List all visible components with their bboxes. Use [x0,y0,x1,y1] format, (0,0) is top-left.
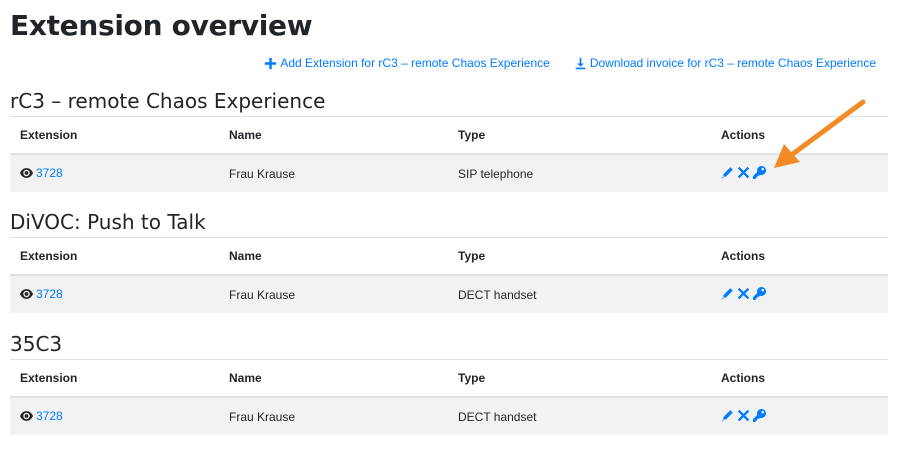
download-icon [575,57,586,69]
section-35c3: 35C3 Extension Name Type Actions 3728 Fr… [10,329,888,435]
extension-link[interactable]: 3728 [20,166,63,180]
cell-actions [711,275,888,313]
close-icon[interactable] [737,409,750,422]
section-divoc: DiVOC: Push to Talk Extension Name Type … [10,207,888,313]
header-extension: Extension [10,116,219,155]
cell-type: DECT handset [448,397,711,435]
header-type: Type [448,116,711,155]
section-title: DiVOC: Push to Talk [10,210,206,234]
cell-extension: 3728 [10,275,219,313]
key-icon[interactable] [753,165,766,179]
header-name: Name [219,359,448,398]
key-icon[interactable] [753,408,766,422]
cell-extension: 3728 [10,154,219,192]
header-name: Name [219,116,448,155]
header-name: Name [219,237,448,276]
header-actions: Actions [711,359,888,398]
close-icon[interactable] [737,166,750,179]
cell-name: Frau Krause [219,154,448,192]
cell-type: DECT handset [448,275,711,313]
header-extension: Extension [10,237,219,276]
top-links: Add Extension for rC3 – remote Chaos Exp… [264,56,876,70]
add-extension-link[interactable]: Add Extension for rC3 – remote Chaos Exp… [264,56,550,70]
extension-number: 3728 [36,409,63,423]
eye-icon [20,411,33,421]
section-title: rC3 – remote Chaos Experience [10,89,326,113]
table-row: 3728 Frau Krause DECT handset [10,397,888,435]
section-title: 35C3 [10,332,63,356]
header-actions: Actions [711,237,888,276]
cell-actions [711,397,888,435]
pencil-icon[interactable] [721,409,734,422]
cell-extension: 3728 [10,397,219,435]
cell-name: Frau Krause [219,397,448,435]
header-extension: Extension [10,359,219,398]
table-row: 3728 Frau Krause SIP telephone [10,154,888,192]
extension-table: Extension Name Type Actions 3728 Frau Kr… [10,359,888,435]
extension-table: Extension Name Type Actions 3728 Frau Kr… [10,237,888,313]
extension-link[interactable]: 3728 [20,409,63,423]
eye-icon [20,168,33,178]
header-type: Type [448,359,711,398]
add-extension-label: Add Extension for rC3 – remote Chaos Exp… [280,56,550,70]
cell-type: SIP telephone [448,154,711,192]
eye-icon [20,289,33,299]
close-icon[interactable] [737,287,750,300]
section-rc3: rC3 – remote Chaos Experience Extension … [10,86,888,192]
pencil-icon[interactable] [721,287,734,300]
header-type: Type [448,237,711,276]
extension-number: 3728 [36,166,63,180]
cell-name: Frau Krause [219,275,448,313]
extension-number: 3728 [36,287,63,301]
key-icon[interactable] [753,286,766,300]
extension-link[interactable]: 3728 [20,287,63,301]
plus-icon [265,57,277,69]
header-actions: Actions [711,116,888,155]
download-invoice-link[interactable]: Download invoice for rC3 – remote Chaos … [574,56,876,70]
page-title: Extension overview [10,9,313,42]
download-invoice-label: Download invoice for rC3 – remote Chaos … [589,56,876,70]
pencil-icon[interactable] [721,166,734,179]
extension-table: Extension Name Type Actions 3728 Frau Kr… [10,116,888,192]
cell-actions [711,154,888,192]
table-row: 3728 Frau Krause DECT handset [10,275,888,313]
